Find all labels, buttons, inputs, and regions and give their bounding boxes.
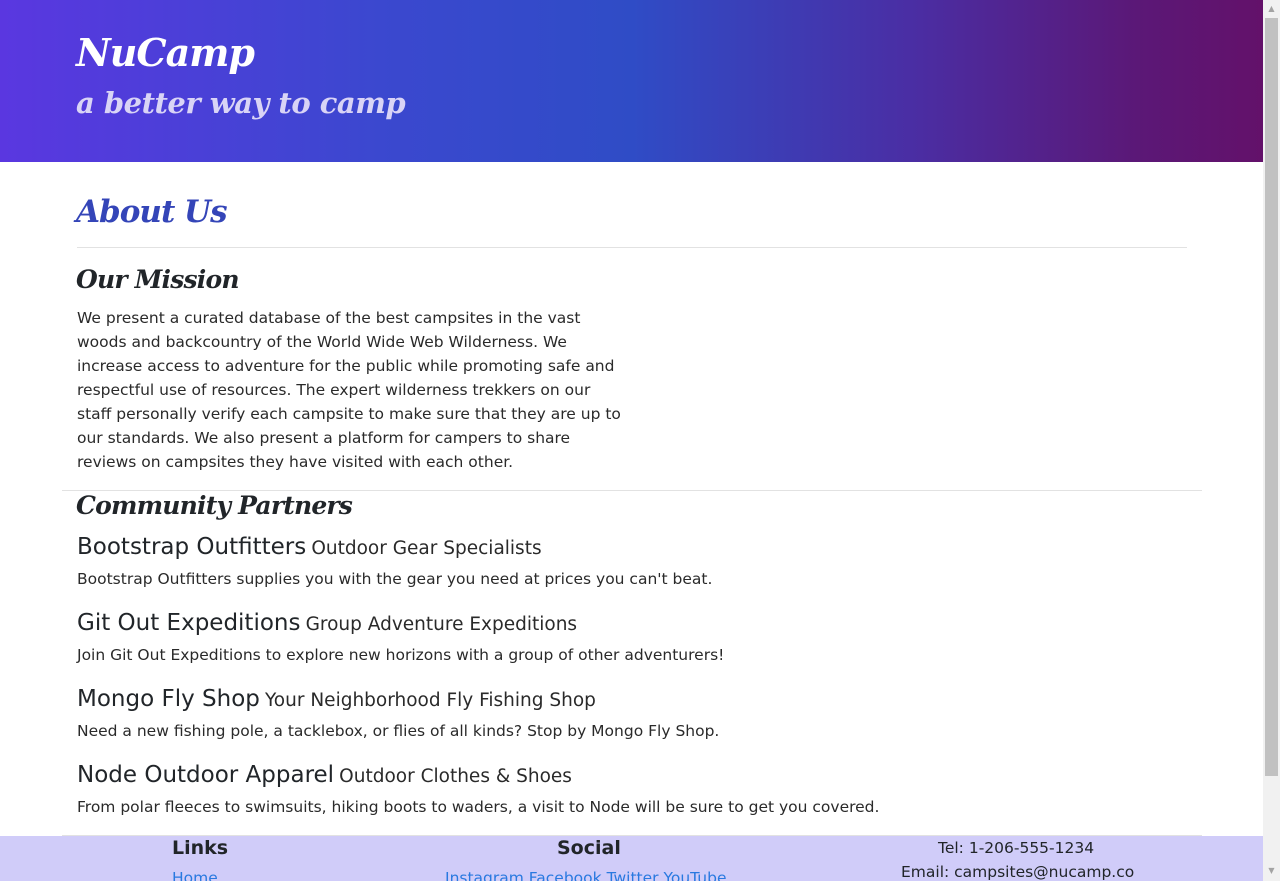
contact-email: Email: campsites@nucamp.co	[901, 863, 1135, 881]
mission-heading: Our Mission	[76, 265, 240, 294]
partner-tagline: Outdoor Clothes & Shoes	[339, 766, 572, 787]
partner-mongo-fly-shop: Mongo Fly Shop Your Neighborhood Fly Fis…	[77, 682, 1177, 742]
header-jumbotron	[0, 0, 1263, 162]
scrollbar-thumb[interactable]	[1265, 18, 1278, 776]
partner-heading: Mongo Fly Shop Your Neighborhood Fly Fis…	[77, 682, 1177, 716]
social-link-facebook[interactable]: Facebook	[529, 869, 602, 881]
social-link-youtube[interactable]: YouTube	[663, 869, 726, 881]
partner-heading: Git Out Expeditions Group Adventure Expe…	[77, 606, 1177, 640]
social-link-instagram[interactable]: Instagram	[445, 869, 524, 881]
triangle-down-icon[interactable]: ▼	[1265, 865, 1278, 877]
partner-heading: Bootstrap Outfitters Outdoor Gear Specia…	[77, 530, 1177, 564]
partner-description: Bootstrap Outfitters supplies you with t…	[77, 570, 713, 588]
partner-node-outdoor-apparel: Node Outdoor Apparel Outdoor Clothes & S…	[77, 758, 1177, 818]
mission-text: We present a curated database of the bes…	[77, 309, 621, 471]
contact-phone: Tel: 1-206-555-1234	[938, 839, 1095, 857]
divider	[77, 247, 1187, 248]
social-link-twitter[interactable]: Twitter	[607, 869, 659, 881]
partner-name: Mongo Fly Shop	[77, 686, 260, 712]
partner-tagline: Group Adventure Expeditions	[305, 614, 578, 635]
page-title: About Us	[76, 194, 228, 230]
brand-title: NuCamp	[76, 30, 255, 75]
social-links: Instagram Facebook Twitter YouTube	[445, 869, 727, 881]
partner-description: Join Git Out Expeditions to explore new …	[77, 646, 725, 664]
triangle-up-icon[interactable]: ▲	[1265, 3, 1278, 15]
partner-name: Git Out Expeditions	[77, 610, 301, 636]
footer-link-home[interactable]: Home	[172, 869, 218, 881]
partner-description: Need a new fishing pole, a tacklebox, or…	[77, 722, 720, 740]
partner-tagline: Outdoor Gear Specialists	[311, 538, 542, 559]
partners-heading: Community Partners	[76, 491, 353, 520]
partner-description: From polar fleeces to swimsuits, hiking …	[77, 798, 880, 816]
partner-heading: Node Outdoor Apparel Outdoor Clothes & S…	[77, 758, 1177, 792]
partner-tagline: Your Neighborhood Fly Fishing Shop	[264, 690, 596, 711]
footer-social-title: Social	[557, 837, 621, 859]
brand-tagline: a better way to camp	[76, 86, 406, 120]
partner-name: Bootstrap Outfitters	[77, 534, 307, 560]
partner-bootstrap-outfitters: Bootstrap Outfitters Outdoor Gear Specia…	[77, 530, 1177, 590]
partner-name: Node Outdoor Apparel	[77, 762, 335, 788]
partner-git-out-expeditions: Git Out Expeditions Group Adventure Expe…	[77, 606, 1177, 666]
footer-links-title: Links	[172, 837, 229, 859]
